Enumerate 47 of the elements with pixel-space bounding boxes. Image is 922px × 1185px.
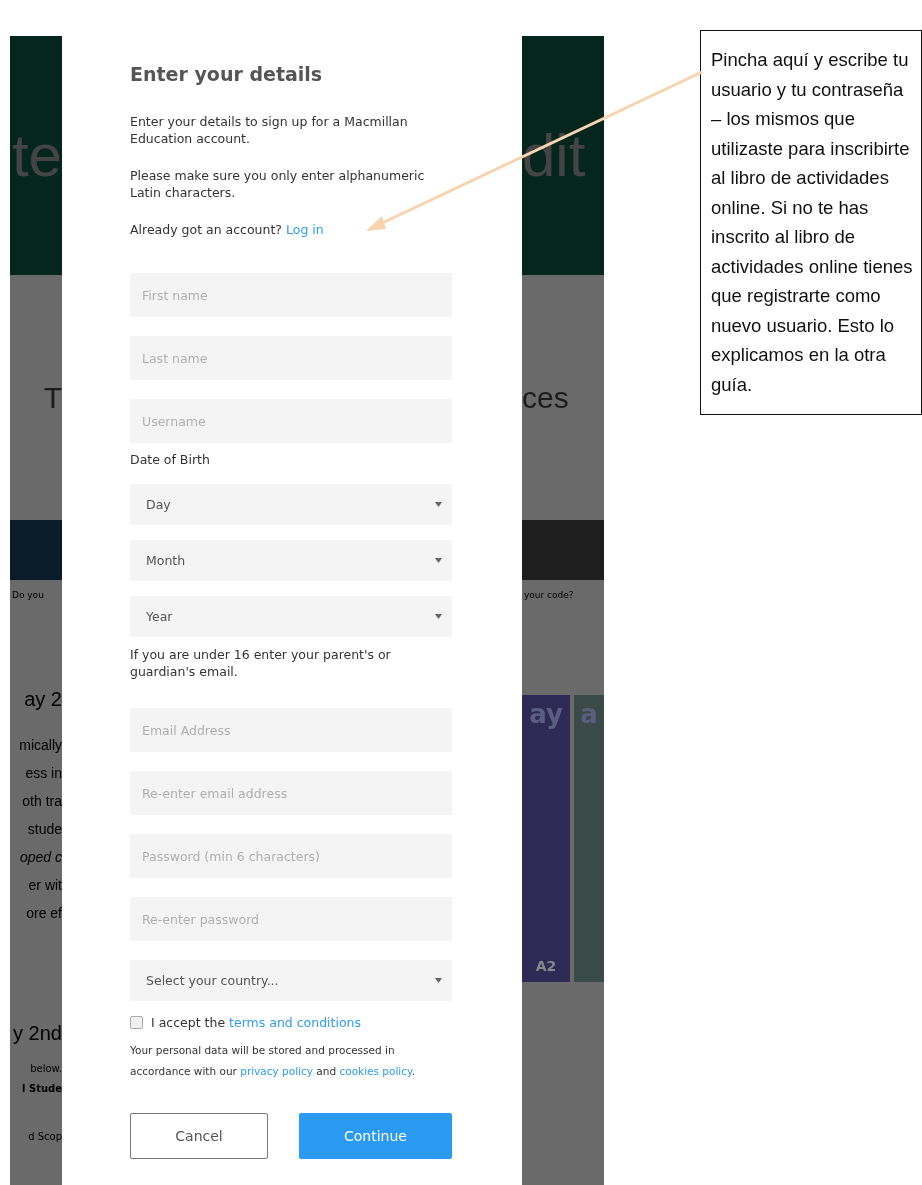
section-heading: ces [522,380,569,415]
section-heading: T [43,380,62,415]
body-text: er wit [28,876,62,895]
text-field[interactable]: Re-enter email address [130,771,452,815]
login-prompt: Already got an account? [130,222,282,237]
nav-bar [10,520,62,580]
terms-checkbox[interactable] [130,1016,143,1029]
intro-text: Enter your details to sign up for a Macmillan Education account. [130,113,409,147]
body-text: d Scop [28,1130,62,1144]
dropdown[interactable]: Month [130,540,452,581]
body-text: mically [19,736,62,755]
text-field[interactable]: Last name [130,336,452,380]
info-text: your code? [523,590,575,600]
level-label: A2 [535,958,557,974]
book-heading: ay 2 [24,688,62,711]
book-title: a [580,699,598,729]
body-text: oped c [19,848,62,867]
text-field[interactable]: Username [130,399,452,443]
banner-title: te [11,121,62,190]
book-heading: y 2nd [13,1022,62,1045]
dropdown[interactable]: Day [130,484,452,525]
help-text: If you are under 16 enter your parent's or guardian's email. [130,646,392,680]
privacy-text: Your personal data will be stored and processed in accordance with our privacy policy and cookies policy. [130,1043,417,1079]
caret-icon [435,614,442,619]
text-field[interactable]: First name [130,273,452,317]
cancel-button[interactable]: Cancel [130,1113,268,1159]
note-text: Please make sure you only enter alphanumeric Latin characters. [130,167,426,201]
dialog-title: Enter your details [130,63,324,85]
caret-icon [435,558,442,563]
dropdown[interactable]: Year [130,596,452,637]
info-text: Do you [11,590,45,600]
body-text: ore ef [26,904,62,923]
caret-icon [435,978,442,983]
text-field[interactable]: Email Address [130,708,452,752]
body-text: ess in [25,764,62,783]
body-text: oth tra [22,792,62,811]
body-text: l Stude [22,1082,62,1096]
text-field[interactable]: Password (min 6 characters) [130,834,452,878]
body-text: stude [27,820,62,839]
annotation-callout: Pincha aquí y escribe tu usuario y tu contraseña – los mismos que utilizaste para inscribirte al libro de actividades online. Si no te has inscrito al libro de actividades online tienes que registrarte como nuevo usuario. Esto lo explicamos en la otra guía. [700,30,922,415]
terms-label: I accept the [151,1015,226,1030]
body-text: below. [30,1062,62,1076]
banner-title: dit [522,121,586,190]
dropdown[interactable]: Select your country... [130,960,452,1001]
caret-icon [435,502,442,507]
field-label: Date of Birth [130,452,211,468]
text-field[interactable]: Re-enter password [130,897,452,941]
